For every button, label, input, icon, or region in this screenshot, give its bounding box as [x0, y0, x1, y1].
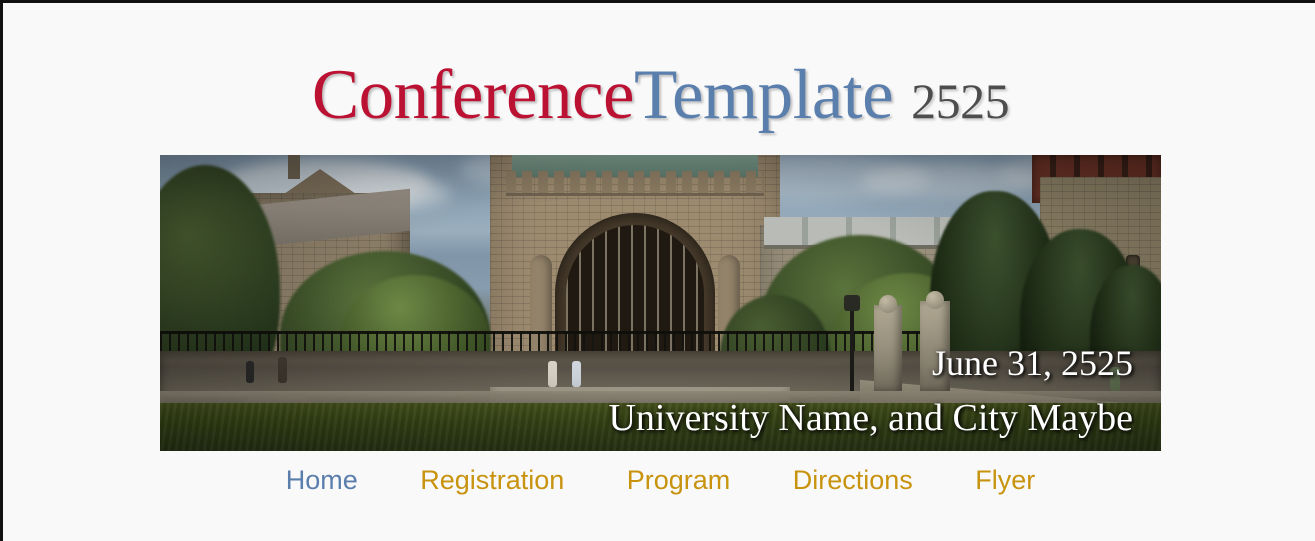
person-figure — [278, 357, 287, 383]
hero-date-text: June 31, 2525 — [932, 343, 1133, 383]
page-root: ConferenceTemplate 2525 June 31, 2525 Un… — [0, 0, 1315, 541]
person-figure — [246, 361, 254, 383]
nav-link-program[interactable]: Program — [598, 465, 760, 496]
lamp-post — [850, 305, 854, 391]
main-navigation: Home Registration Program Directions Fly… — [3, 465, 1315, 496]
hero-banner-image: June 31, 2525 University Name, and City … — [160, 155, 1161, 451]
lamp-head — [844, 295, 860, 311]
nav-link-flyer[interactable]: Flyer — [946, 465, 1064, 496]
title-conference-word: Conference — [311, 56, 635, 134]
title-template-word: Template — [634, 56, 894, 134]
person-figure — [548, 361, 557, 387]
title-year: 2525 — [911, 73, 1010, 129]
person-figure — [572, 361, 581, 387]
gate-post-finial — [926, 291, 944, 309]
page-title: ConferenceTemplate 2525 — [3, 55, 1315, 141]
nav-link-registration[interactable]: Registration — [391, 465, 593, 496]
hero-location-text: University Name, and City Maybe — [608, 397, 1133, 439]
nav-link-directions[interactable]: Directions — [764, 465, 942, 496]
gate-post — [874, 305, 902, 391]
tower-crenellation — [506, 171, 764, 196]
gate-post-finial — [879, 295, 897, 313]
nav-link-home[interactable]: Home — [257, 465, 387, 496]
